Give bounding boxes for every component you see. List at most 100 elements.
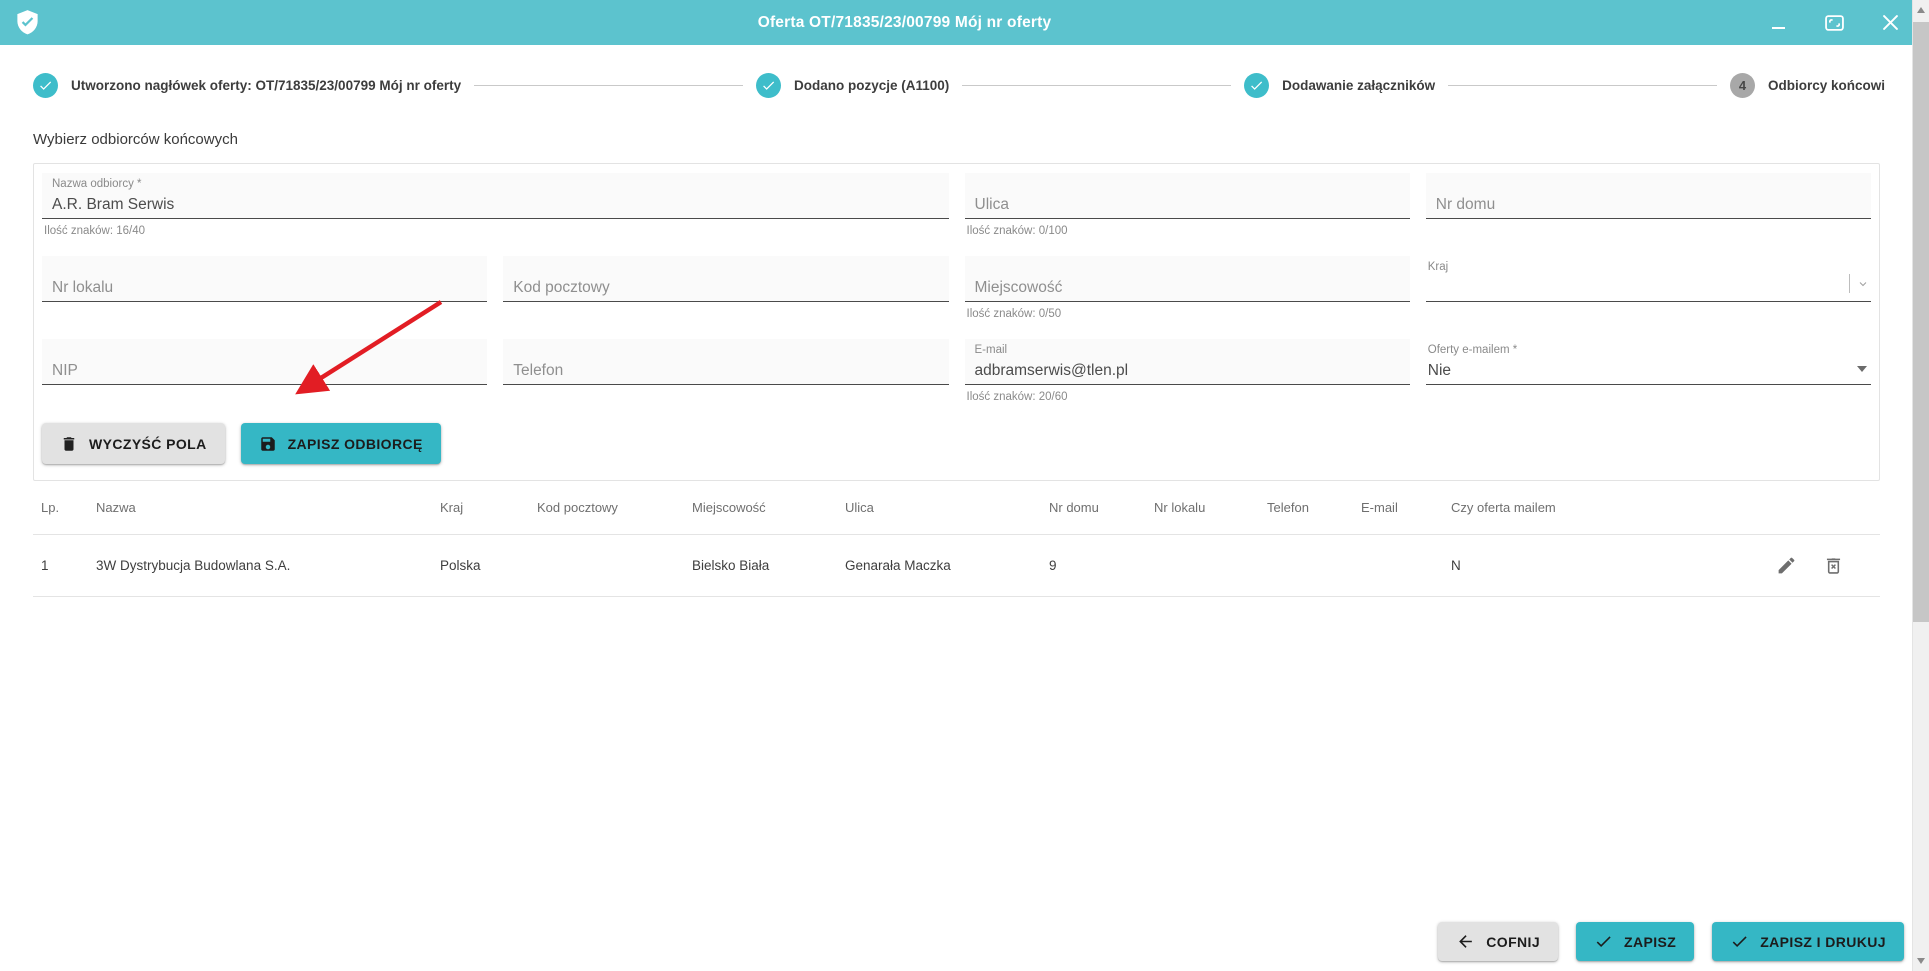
cell-lp: 1	[41, 558, 49, 573]
col-czy-oferta-mailem: Czy oferta mailem	[1451, 500, 1556, 515]
cell-miejscowosc: Bielsko Biała	[692, 558, 770, 573]
kraj-field: Kraj	[1425, 256, 1871, 324]
chevron-down-icon[interactable]	[1857, 278, 1869, 290]
telefon-input[interactable]	[513, 358, 939, 383]
kraj-combobox[interactable]	[1427, 275, 1861, 300]
miejscowosc-field: Ilość znaków: 0/50	[964, 256, 1410, 324]
close-icon	[1882, 15, 1898, 30]
back-button[interactable]: COFNIJ	[1438, 922, 1559, 961]
step-label: Utworzono nagłówek oferty: OT/71835/23/0…	[71, 77, 462, 93]
nazwa-odbiorcy-hint: Ilość znaków: 16/40	[44, 225, 146, 237]
miejscowosc-hint: Ilość znaków: 0/50	[966, 308, 1062, 320]
cell-ulica: Genarała Maczka	[845, 558, 951, 573]
step-label: Dodawanie załączników	[1282, 77, 1436, 93]
close-button[interactable]	[1877, 10, 1903, 36]
restore-icon	[1824, 14, 1844, 31]
nip-field	[42, 339, 488, 407]
ulica-input[interactable]	[974, 192, 1400, 217]
col-telefon: Telefon	[1267, 500, 1309, 515]
scrollbar-up-icon[interactable]	[1917, 7, 1925, 13]
nr-domu-input[interactable]	[1435, 192, 1861, 217]
nazwa-odbiorcy-field: Nazwa odbiorcy * Ilość znaków: 16/40	[42, 173, 949, 241]
email-field: E-mail Ilość znaków: 20/60	[964, 339, 1410, 407]
stepper-connector	[1448, 84, 1717, 86]
wizard-stepper: Utworzono nagłówek oferty: OT/71835/23/0…	[0, 63, 1929, 107]
col-nr-domu: Nr domu	[1049, 500, 1099, 515]
cell-kraj: Polska	[440, 558, 481, 573]
col-email: E-mail	[1361, 500, 1398, 515]
save-and-print-button[interactable]: ZAPISZ I DRUKUJ	[1712, 922, 1904, 961]
window-title: Oferta OT/71835/23/00799 Mój nr oferty	[757, 13, 1052, 31]
vertical-scrollbar[interactable]	[1912, 0, 1929, 971]
step-done-check-icon	[755, 72, 781, 98]
window-controls	[1765, 0, 1903, 45]
table-row[interactable]: 1 3W Dystrybucja Budowlana S.A. Polska B…	[33, 535, 1880, 597]
check-icon	[1596, 936, 1611, 948]
oferty-emailem-select[interactable]	[1427, 358, 1861, 383]
cell-nazwa: 3W Dystrybucja Budowlana S.A.	[96, 558, 291, 573]
step-header-recipients[interactable]: 4 Odbiorcy końcowi	[1729, 72, 1886, 98]
arrow-left-icon	[1459, 935, 1473, 948]
maximize-button[interactable]	[1821, 10, 1847, 36]
stepper-connector	[962, 84, 1232, 86]
col-miejscowosc: Miejscowość	[692, 500, 766, 515]
scrollbar-thumb[interactable]	[1913, 22, 1929, 622]
email-label: E-mail	[974, 344, 1008, 356]
step-number-badge: 4	[1729, 72, 1755, 98]
step-done-check-icon	[33, 72, 58, 98]
nr-lokalu-input[interactable]	[52, 275, 478, 300]
check-icon	[1732, 936, 1747, 948]
dialog-titlebar: Oferta OT/71835/23/00799 Mój nr oferty	[0, 0, 1929, 45]
dropdown-arrow-icon[interactable]	[1857, 366, 1867, 372]
nazwa-odbiorcy-label: Nazwa odbiorcy *	[52, 178, 142, 190]
table-header-row: Lp. Nazwa Kraj Kod pocztowy Miejscowość …	[33, 481, 1880, 535]
kod-pocztowy-input[interactable]	[513, 275, 939, 300]
cell-czy-oferta-mailem: N	[1451, 558, 1461, 573]
ulica-field: Ilość znaków: 0/100	[964, 173, 1410, 241]
step-header-positions[interactable]: Dodano pozycje (A1100)	[755, 72, 950, 98]
col-nr-lokalu: Nr lokalu	[1154, 500, 1206, 515]
step-header-attachments[interactable]: Dodawanie załączników	[1244, 72, 1436, 98]
step-label: Dodano pozycje (A1100)	[793, 77, 950, 93]
save-button[interactable]: ZAPISZ	[1576, 922, 1695, 961]
trash-icon	[63, 436, 75, 451]
clear-fields-button[interactable]: WYCZYŚĆ POLA	[42, 423, 225, 464]
nr-domu-field	[1425, 173, 1871, 241]
col-ulica: Ulica	[845, 500, 874, 515]
step-label: Odbiorcy końcowi	[1767, 77, 1886, 93]
miejscowosc-input[interactable]	[974, 275, 1400, 300]
email-hint: Ilość znaków: 20/60	[966, 391, 1068, 403]
step-header-offer[interactable]: Utworzono nagłówek oferty: OT/71835/23/0…	[33, 72, 462, 98]
ulica-hint: Ilość znaków: 0/100	[966, 225, 1068, 237]
edit-pencil-icon[interactable]	[1776, 555, 1797, 576]
col-lp: Lp.	[41, 500, 60, 515]
col-nazwa: Nazwa	[96, 500, 136, 515]
form-row-3: E-mail Ilość znaków: 20/60 Oferty e-mail…	[42, 339, 1871, 407]
telefon-field	[503, 339, 949, 407]
minimize-icon	[1771, 26, 1785, 29]
recipient-form-card: Nazwa odbiorcy * Ilość znaków: 16/40 Ilo…	[33, 163, 1880, 481]
kraj-label: Kraj	[1427, 261, 1449, 273]
oferty-emailem-label: Oferty e-mailem *	[1427, 344, 1518, 356]
step-done-check-icon	[1244, 72, 1270, 98]
recipients-table: Lp. Nazwa Kraj Kod pocztowy Miejscowość …	[33, 481, 1880, 597]
col-kod-pocztowy: Kod pocztowy	[537, 500, 618, 515]
form-row-1: Nazwa odbiorcy * Ilość znaków: 16/40 Ilo…	[42, 173, 1871, 241]
col-kraj: Kraj	[440, 500, 464, 515]
scrollbar-down-icon[interactable]	[1917, 958, 1925, 964]
kod-pocztowy-field	[503, 256, 949, 324]
form-actions: WYCZYŚĆ POLA ZAPISZ ODBIORCĘ	[42, 423, 1871, 464]
section-title: Wybierz odbiorców końcowych	[33, 131, 238, 148]
form-row-2: Ilość znaków: 0/50 Kraj	[42, 256, 1871, 324]
combobox-divider	[1849, 274, 1850, 293]
nr-lokalu-field	[42, 256, 488, 324]
oferty-emailem-field: Oferty e-mailem *	[1425, 339, 1871, 407]
nip-input[interactable]	[52, 358, 478, 383]
save-recipient-button[interactable]: ZAPISZ ODBIORCĘ	[240, 423, 441, 464]
minimize-button[interactable]	[1765, 10, 1791, 36]
email-input[interactable]	[974, 358, 1400, 383]
delete-trash-icon[interactable]	[1823, 555, 1844, 576]
stepper-connector	[474, 84, 743, 86]
nazwa-odbiorcy-input[interactable]	[52, 192, 939, 217]
dialog-footer: COFNIJ ZAPISZ ZAPISZ I DRUKUJ	[1438, 922, 1904, 961]
